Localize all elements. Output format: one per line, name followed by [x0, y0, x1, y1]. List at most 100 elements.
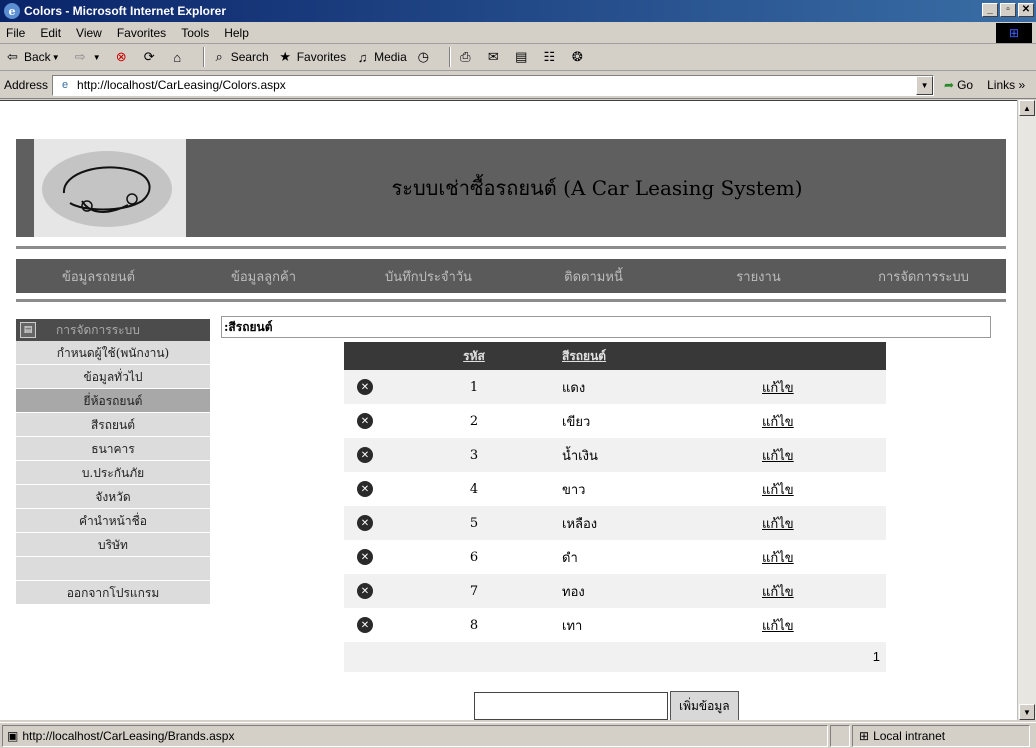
edit-button[interactable]: ▤: [513, 49, 533, 66]
print-button[interactable]: ⎙: [457, 49, 477, 66]
add-button[interactable]: เพิ่มข้อมูล: [670, 691, 739, 720]
menu-file[interactable]: File: [0, 26, 34, 40]
scroll-down-button[interactable]: ▼: [1019, 704, 1035, 720]
table-row: ✕ 6 ดำ แก้ไข: [344, 540, 886, 574]
delete-icon[interactable]: ✕: [357, 447, 373, 463]
scroll-up-button[interactable]: ▲: [1019, 100, 1035, 116]
cell-code: 4: [469, 481, 479, 497]
colors-table: รหัส สีรถยนต์ ✕ 1 แดง แก้ไข ✕ 2 เขียว แก…: [344, 342, 886, 672]
address-dropdown-button[interactable]: ▼: [916, 75, 934, 95]
menu-edit[interactable]: Edit: [34, 26, 70, 40]
add-form: เพิ่มข้อมูล: [474, 691, 739, 720]
nav-system-admin[interactable]: การจัดการระบบ: [841, 266, 1006, 287]
table-row: ✕ 4 ขาว แก้ไข: [344, 472, 886, 506]
home-button[interactable]: ⌂: [169, 49, 189, 66]
windows-logo-icon: ⊞: [996, 23, 1032, 43]
messenger-button[interactable]: ❂: [569, 49, 589, 66]
nav-debt-tracking[interactable]: ติดตามหนี้: [511, 266, 676, 287]
minimize-button[interactable]: _: [982, 3, 998, 17]
new-color-input[interactable]: [474, 692, 668, 720]
delete-icon[interactable]: ✕: [357, 549, 373, 565]
pager[interactable]: 1: [344, 642, 886, 672]
table-row: ✕ 1 แดง แก้ไข: [344, 370, 886, 404]
title-bar: e Colors - Microsoft Internet Explorer _…: [0, 0, 1036, 22]
edit-page-icon: ▤: [515, 49, 528, 64]
nav-reports[interactable]: รายงาน: [676, 266, 841, 287]
menu-tools[interactable]: Tools: [175, 26, 218, 40]
edit-link[interactable]: แก้ไข: [762, 449, 794, 464]
cell-code: 1: [469, 379, 479, 395]
nav-daily-record[interactable]: บันทึกประจำวัน: [346, 266, 511, 287]
cell-code: 6: [469, 549, 479, 565]
nav-customer-info[interactable]: ข้อมูลลูกค้า: [181, 266, 346, 287]
edit-link[interactable]: แก้ไข: [762, 381, 794, 396]
nav-car-info[interactable]: ข้อมูลรถยนต์: [16, 266, 181, 287]
go-button[interactable]: ➦ Go: [944, 78, 973, 92]
vertical-scrollbar[interactable]: ▲ ▼: [1017, 100, 1036, 720]
divider: [16, 246, 1006, 249]
cell-code: 3: [469, 447, 479, 463]
delete-icon[interactable]: ✕: [357, 379, 373, 395]
stop-icon: ⊗: [115, 49, 127, 64]
table-body: ✕ 1 แดง แก้ไข ✕ 2 เขียว แก้ไข ✕ 3 น้ำเงิ…: [344, 370, 886, 642]
search-button[interactable]: ⌕ Search: [211, 49, 269, 66]
sidebar-item-users[interactable]: กำหนดผู้ใช้(พนักงาน): [16, 341, 210, 365]
forward-button[interactable]: ⇨ ▼: [72, 49, 105, 66]
delete-icon[interactable]: ✕: [357, 583, 373, 599]
address-input[interactable]: e http://localhost/CarLeasing/Colors.asp…: [52, 74, 935, 96]
delete-icon[interactable]: ✕: [357, 413, 373, 429]
separator: [202, 47, 205, 67]
menu-view[interactable]: View: [70, 26, 111, 40]
divider: [16, 299, 1006, 302]
sidebar-item-company[interactable]: บริษัท: [16, 533, 210, 557]
sidebar-item-banks[interactable]: ธนาคาร: [16, 437, 210, 461]
window-title: Colors - Microsoft Internet Explorer: [24, 4, 227, 18]
favorites-button[interactable]: ★ Favorites: [277, 49, 346, 66]
cell-color: ขาว: [562, 482, 586, 498]
cell-code: 5: [469, 515, 479, 531]
delete-icon[interactable]: ✕: [357, 617, 373, 633]
document-icon: ▤: [20, 322, 36, 338]
status-page-icon: ▣: [7, 728, 19, 743]
maximize-button[interactable]: ▫: [1000, 3, 1016, 17]
sidebar-item-insurance[interactable]: บ.ประกันภัย: [16, 461, 210, 485]
links-button[interactable]: Links »: [987, 78, 1025, 92]
delete-icon[interactable]: ✕: [357, 515, 373, 531]
history-button[interactable]: ◷: [415, 49, 435, 66]
edit-link[interactable]: แก้ไข: [762, 415, 794, 430]
refresh-button[interactable]: ⟳: [141, 49, 161, 66]
sidebar-item-brands[interactable]: ยี่ห้อรถยนต์: [16, 389, 210, 413]
sidebar-item-colors[interactable]: สีรถยนต์: [16, 413, 210, 437]
stop-button[interactable]: ⊗: [113, 49, 133, 66]
header-code[interactable]: รหัส: [463, 349, 485, 363]
discuss-button[interactable]: ☷: [541, 49, 561, 66]
menu-favorites[interactable]: Favorites: [111, 26, 175, 40]
cell-color: เทา: [562, 618, 583, 634]
media-button[interactable]: ♫ Media: [354, 49, 407, 66]
address-label: Address: [4, 78, 49, 92]
table-row: ✕ 8 เทา แก้ไข: [344, 608, 886, 642]
status-bar: ▣ http://localhost/CarLeasing/Brands.asp…: [0, 722, 1036, 748]
menu-bar: File Edit View Favorites Tools Help ⊞: [0, 22, 1036, 44]
home-icon: ⌂: [173, 49, 182, 65]
edit-link[interactable]: แก้ไข: [762, 551, 794, 566]
cell-color: เขียว: [562, 414, 591, 430]
edit-link[interactable]: แก้ไข: [762, 585, 794, 600]
history-icon: ◷: [417, 49, 429, 64]
edit-link[interactable]: แก้ไข: [762, 517, 794, 532]
dropdown-icon: ▼: [51, 52, 60, 62]
favorites-icon: ★: [279, 49, 292, 64]
edit-link[interactable]: แก้ไข: [762, 483, 794, 498]
sidebar-item-general[interactable]: ข้อมูลทั่วไป: [16, 365, 210, 389]
sidebar-item-provinces[interactable]: จังหวัด: [16, 485, 210, 509]
delete-icon[interactable]: ✕: [357, 481, 373, 497]
back-button[interactable]: ⇦ Back ▼: [4, 49, 64, 66]
search-icon: ⌕: [215, 49, 223, 64]
close-button[interactable]: ✕: [1018, 3, 1034, 17]
mail-button[interactable]: ✉: [485, 49, 505, 66]
sidebar-item-prefixes[interactable]: คำนำหน้าชื่อ: [16, 509, 210, 533]
edit-link[interactable]: แก้ไข: [762, 619, 794, 634]
menu-help[interactable]: Help: [218, 26, 258, 40]
header-color[interactable]: สีรถยนต์: [562, 349, 606, 363]
sidebar-item-logout[interactable]: ออกจากโปรแกรม: [16, 581, 210, 605]
